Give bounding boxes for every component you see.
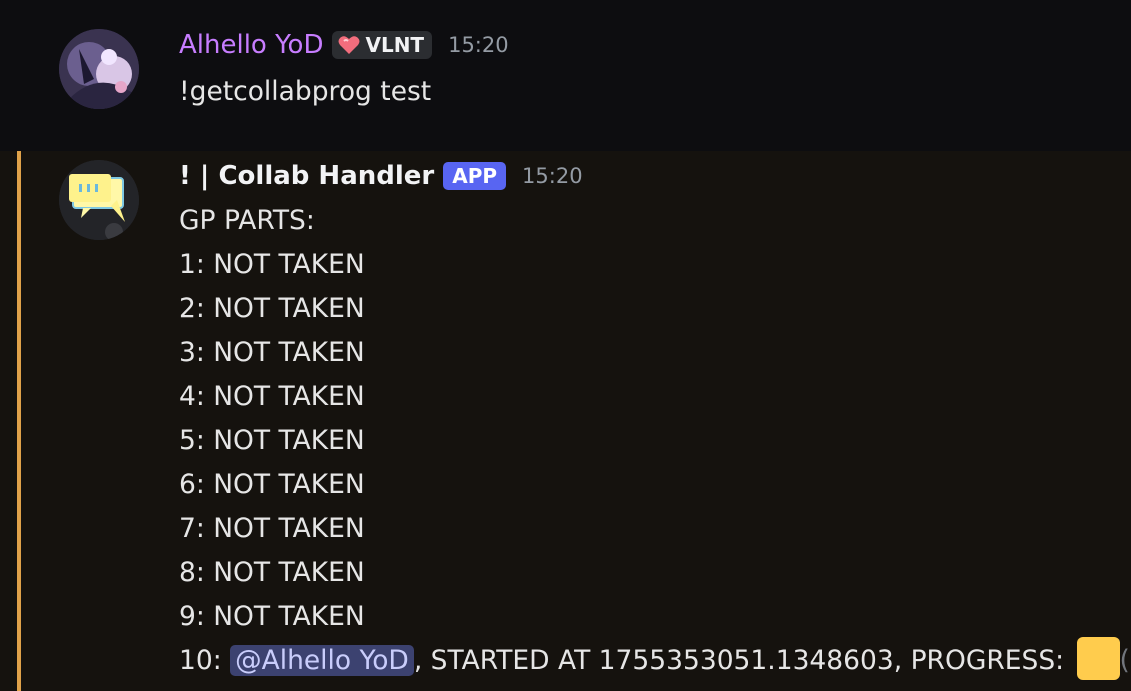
line-prefix: 10: <box>179 645 231 676</box>
app-badge: APP <box>443 162 507 190</box>
mention-highlight-bar <box>17 151 21 691</box>
line: 7: NOT TAKEN <box>179 513 365 544</box>
heart-icon <box>338 36 360 54</box>
message-bot: ! | Collab Handler APP 15:20 GP PARTS: 1… <box>0 151 1131 691</box>
message-header: Alhello YoD VLNT 15:20 <box>179 30 509 60</box>
line-last: 10: @Alhello YoD, STARTED AT 1755353051.… <box>179 637 1130 683</box>
line: 1: NOT TAKEN <box>179 249 365 280</box>
bot-username[interactable]: ! | Collab Handler <box>179 161 434 191</box>
line-middle: , STARTED AT 1755353051.1348603, PROGRES… <box>413 645 1073 676</box>
line: 8: NOT TAKEN <box>179 557 365 588</box>
line: GP PARTS: <box>179 205 315 236</box>
timestamp[interactable]: 15:20 <box>522 164 583 188</box>
clan-tag[interactable]: VLNT <box>332 31 433 59</box>
chat-bubbles-icon <box>59 160 139 240</box>
line: 9: NOT TAKEN <box>179 601 365 632</box>
line: 6: NOT TAKEN <box>179 469 365 500</box>
message-content: GP PARTS: 1: NOT TAKEN 2: NOT TAKEN 3: N… <box>179 199 1130 683</box>
line: 3: NOT TAKEN <box>179 337 365 368</box>
line: 2: NOT TAKEN <box>179 293 365 324</box>
bot-avatar[interactable] <box>59 160 139 240</box>
username[interactable]: Alhello YoD <box>179 30 323 60</box>
message-user: Alhello YoD VLNT 15:20 !getcollabprog te… <box>0 0 1131 151</box>
tag-label: VLNT <box>365 33 425 57</box>
yellow-square-emoji-icon <box>1076 637 1120 680</box>
timestamp[interactable]: 15:20 <box>448 33 509 57</box>
line-trailing: ( <box>1119 645 1130 676</box>
line: 4: NOT TAKEN <box>179 381 365 412</box>
message-header: ! | Collab Handler APP 15:20 <box>179 161 583 191</box>
avatar[interactable] <box>59 29 139 109</box>
user-mention[interactable]: @Alhello YoD <box>230 645 414 676</box>
message-content: !getcollabprog test <box>179 76 432 107</box>
line: 5: NOT TAKEN <box>179 425 365 456</box>
